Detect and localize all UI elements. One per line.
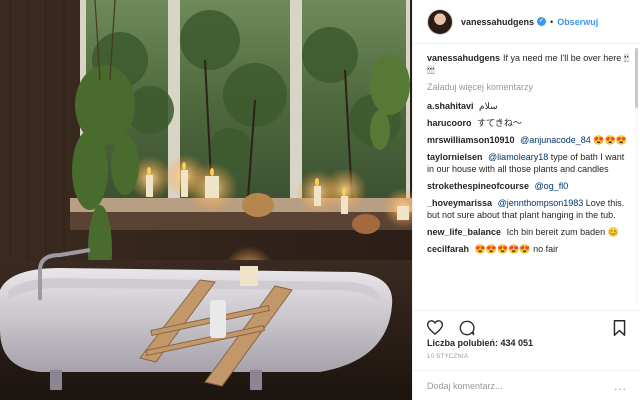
- comments-scrollbar[interactable]: [635, 48, 638, 304]
- avatar[interactable]: [427, 8, 453, 35]
- comment-username[interactable]: taylornielsen: [427, 152, 483, 162]
- comments-list[interactable]: vanessahudgens If ya need me I'll be over…: [427, 44, 631, 312]
- comment-mention[interactable]: @liamoleary18: [488, 152, 548, 162]
- comment-item: new_life_balance Ich bin bereit zum bade…: [427, 226, 631, 238]
- comment-mention[interactable]: @jennthompson1983: [498, 198, 584, 208]
- heart-icon[interactable]: [425, 318, 445, 338]
- comment-item: taylornielsen @liamoleary18 type of bath…: [427, 151, 631, 175]
- follow-button[interactable]: Obserwuj: [557, 17, 598, 27]
- bookmark-icon[interactable]: [609, 318, 629, 338]
- comment-item: _hoveymarissa @jennthompson1983 Love thi…: [427, 197, 631, 221]
- comment-item: mrswilliamson10910 @anjunacode_84 😍😍😍: [427, 134, 631, 146]
- bathroom-photo-illustration: [0, 0, 412, 400]
- caption: vanessahudgens If ya need me I'll be over…: [427, 52, 631, 76]
- comment-text: すてきね〜: [477, 118, 522, 128]
- comment-mention[interactable]: @og_fl0: [535, 181, 569, 191]
- more-options-icon[interactable]: ...: [614, 379, 627, 393]
- comment-username[interactable]: a.shahitavi: [427, 101, 474, 111]
- comment-item: harucooro すてきね〜: [427, 117, 631, 129]
- comment-text: 😍😍😍😍😍 no fair: [474, 244, 559, 254]
- comment-text: Ich bin bereit zum baden 😊: [506, 227, 619, 237]
- scrollbar-thumb[interactable]: [635, 48, 638, 108]
- comment-username[interactable]: cecilfarah: [427, 244, 469, 254]
- header-username[interactable]: vanessahudgens: [461, 17, 534, 27]
- comment-item: cecilfarah 😍😍😍😍😍 no fair: [427, 243, 631, 255]
- comment-username[interactable]: new_life_balance: [427, 227, 501, 237]
- comment-item: a.shahitavi سلام: [427, 100, 631, 112]
- comment-username[interactable]: mrswilliamson10910: [427, 135, 515, 145]
- caption-username[interactable]: vanessahudgens: [427, 53, 500, 63]
- add-comment-input[interactable]: [427, 380, 614, 391]
- post-photo[interactable]: [0, 0, 412, 400]
- comment-mention[interactable]: @anjunacode_84: [520, 135, 591, 145]
- comment-username[interactable]: harucooro: [427, 118, 472, 128]
- comment-item: strokethespineofcourse @og_fl0: [427, 180, 631, 192]
- comment-text: سلام: [479, 101, 498, 111]
- verified-badge-icon: ✓: [537, 17, 547, 26]
- comment-bubble-icon[interactable]: [457, 318, 477, 338]
- post-date[interactable]: 10 STYCZNIA: [427, 354, 468, 360]
- likes-count[interactable]: Liczba polubień: 434 051: [427, 338, 533, 348]
- comment-text: 😍😍😍: [593, 135, 627, 145]
- separator-dot: •: [550, 16, 554, 27]
- post-side-panel: vanessahudgens ✓ • Obserwuj vanessahudge…: [412, 0, 640, 400]
- add-comment-bar: ...: [413, 370, 640, 400]
- post-header: vanessahudgens ✓ • Obserwuj: [413, 0, 640, 44]
- comment-username[interactable]: strokethespineofcourse: [427, 181, 529, 191]
- comment-username[interactable]: _hoveymarissa: [427, 198, 492, 208]
- load-more-comments-button[interactable]: Załaduj więcej komentarzy: [427, 82, 631, 92]
